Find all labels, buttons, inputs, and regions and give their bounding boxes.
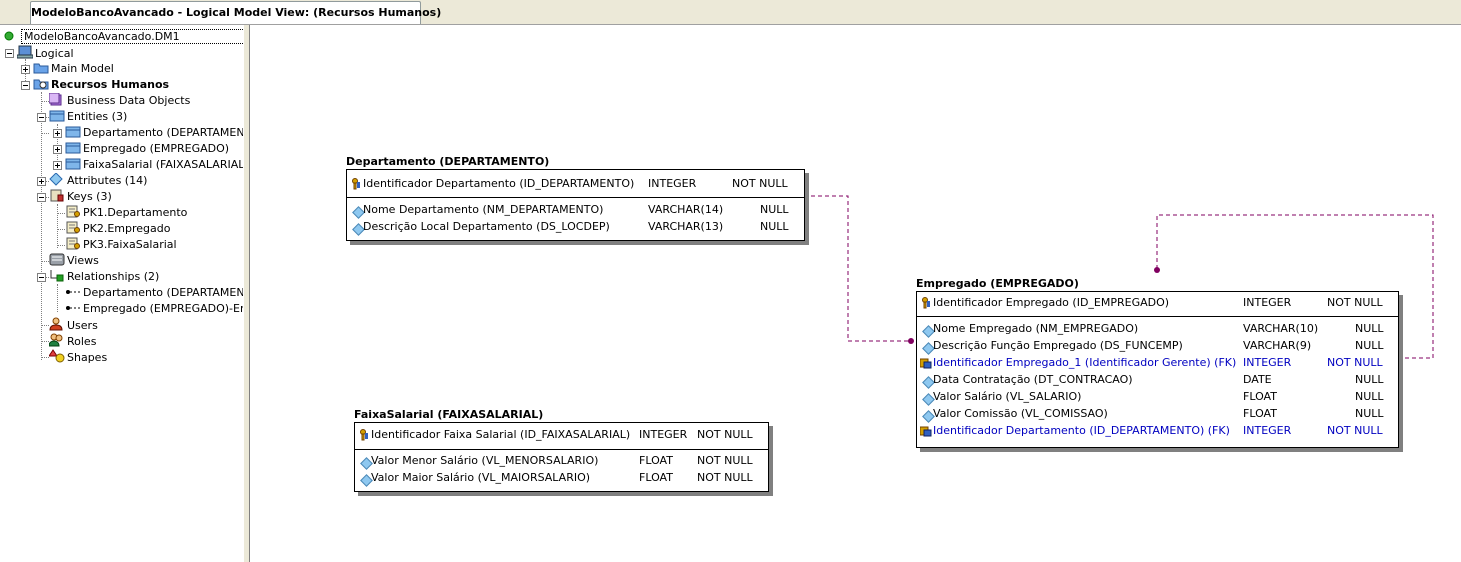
entities-folder-icon bbox=[49, 109, 65, 122]
submodel-icon bbox=[33, 77, 49, 90]
shapes-icon bbox=[48, 349, 65, 363]
relationships-icon bbox=[49, 269, 64, 282]
user-icon bbox=[49, 317, 63, 331]
keys-folder-icon bbox=[49, 189, 64, 202]
folder-icon bbox=[33, 61, 49, 74]
attribute-icon bbox=[920, 408, 935, 423]
relationship-departamento-empregado bbox=[804, 195, 910, 342]
tree-item-users[interactable]: Users bbox=[49, 317, 99, 333]
tree-item-main-model[interactable]: Main Model bbox=[33, 61, 115, 77]
model-file-icon bbox=[4, 30, 18, 42]
tree-item-business-data-objects[interactable]: Business Data Objects bbox=[48, 92, 191, 109]
key-icon bbox=[350, 178, 361, 190]
model-explorer-tree[interactable]: ModeloBancoAvancado.DM1 Logical Main Mod… bbox=[0, 25, 243, 562]
views-icon bbox=[49, 253, 65, 266]
collapse-keys-toggle[interactable] bbox=[37, 193, 46, 202]
entity-icon bbox=[65, 125, 81, 138]
expand-empregado-toggle[interactable] bbox=[53, 145, 62, 154]
tree-item-key-pk2[interactable]: PK2.Empregado bbox=[65, 221, 171, 237]
collapse-recursos-humanos-toggle[interactable] bbox=[21, 81, 30, 90]
collapse-entities-toggle[interactable] bbox=[37, 113, 46, 122]
key-separator bbox=[917, 316, 1398, 317]
relationship-end-dot bbox=[908, 338, 914, 344]
expand-faixasalarial-toggle[interactable] bbox=[53, 161, 62, 170]
tree-item-logical[interactable]: Logical bbox=[16, 45, 75, 61]
tree-item-keys[interactable]: Keys (3) bbox=[49, 189, 113, 205]
primary-key-icon bbox=[65, 221, 80, 234]
entity-title: Departamento (DEPARTAMENTO) bbox=[346, 155, 550, 168]
tree-item-key-pk3[interactable]: PK3.FaixaSalarial bbox=[65, 237, 178, 253]
key-icon bbox=[358, 429, 369, 441]
tab-strip: ModeloBancoAvancado - Logical Model View… bbox=[0, 0, 1461, 25]
role-icon bbox=[48, 333, 63, 347]
relationship-end-dot bbox=[1154, 267, 1160, 273]
collapse-relationships-toggle[interactable] bbox=[37, 273, 46, 282]
expand-departamento-toggle[interactable] bbox=[53, 129, 62, 138]
tree-item-root[interactable]: ModeloBancoAvancado.DM1 bbox=[4, 29, 243, 45]
primary-key-icon bbox=[65, 237, 80, 250]
diagram-canvas[interactable]: Departamento (DEPARTAMENTO) Identificado… bbox=[250, 25, 1461, 562]
collapse-logical-toggle[interactable] bbox=[5, 49, 14, 58]
attribute-icon bbox=[920, 323, 935, 338]
tree-item-relationships[interactable]: Relationships (2) bbox=[49, 269, 160, 285]
attribute-icon bbox=[920, 391, 935, 406]
entity-icon bbox=[65, 157, 81, 170]
entity-title: Empregado (EMPREGADO) bbox=[916, 277, 1079, 290]
tree-item-entity-faixasalarial[interactable]: FaixaSalarial (FAIXASALARIAL) bbox=[65, 157, 243, 173]
business-data-object-icon bbox=[48, 92, 63, 106]
foreign-key-icon bbox=[919, 357, 932, 369]
tab-logical-model-view[interactable]: ModeloBancoAvancado - Logical Model View… bbox=[30, 1, 441, 24]
pane-splitter[interactable] bbox=[243, 25, 250, 562]
tree-item-shapes[interactable]: Shapes bbox=[48, 349, 108, 365]
logical-model-icon bbox=[16, 45, 34, 59]
key-separator bbox=[355, 449, 768, 450]
tree-item-entities[interactable]: Entities (3) bbox=[49, 109, 128, 125]
key-separator bbox=[347, 197, 804, 198]
tree-item-key-pk1[interactable]: PK1.Departamento bbox=[65, 205, 188, 221]
attribute-icon bbox=[358, 455, 373, 470]
key-icon bbox=[920, 297, 931, 309]
tree-item-views[interactable]: Views bbox=[49, 253, 100, 269]
tree-item-roles[interactable]: Roles bbox=[48, 333, 97, 349]
foreign-key-icon bbox=[919, 425, 932, 437]
expand-attributes-toggle[interactable] bbox=[37, 177, 46, 186]
tree-item-attributes[interactable]: Attributes (14) bbox=[49, 172, 148, 189]
tree-item-recursos-humanos[interactable]: Recursos Humanos bbox=[33, 77, 170, 93]
relationship-line-icon bbox=[65, 301, 82, 313]
attribute-icon bbox=[920, 340, 935, 355]
entity-icon bbox=[65, 141, 81, 154]
entity-title: FaixaSalarial (FAIXASALARIAL) bbox=[354, 408, 544, 421]
attribute-icon bbox=[350, 204, 365, 219]
attribute-icon bbox=[49, 172, 63, 186]
tree-item-relationship-empregado-empregado[interactable]: Empregado (EMPREGADO)-Empregado (EMPREGA… bbox=[65, 301, 243, 317]
attribute-icon bbox=[920, 374, 935, 389]
relationship-line-icon bbox=[65, 285, 82, 297]
tree-item-entity-empregado[interactable]: Empregado (EMPREGADO) bbox=[65, 141, 230, 157]
tree-item-entity-departamento[interactable]: Departamento (DEPARTAMENTO) bbox=[65, 125, 243, 141]
attribute-icon bbox=[350, 221, 365, 236]
attribute-icon bbox=[358, 472, 373, 487]
tree-item-relationship-departamento-empregado[interactable]: Departamento (DEPARTAMENTO)-Empregado (E… bbox=[65, 285, 243, 301]
expand-main-model-toggle[interactable] bbox=[21, 65, 30, 74]
primary-key-icon bbox=[65, 205, 80, 218]
